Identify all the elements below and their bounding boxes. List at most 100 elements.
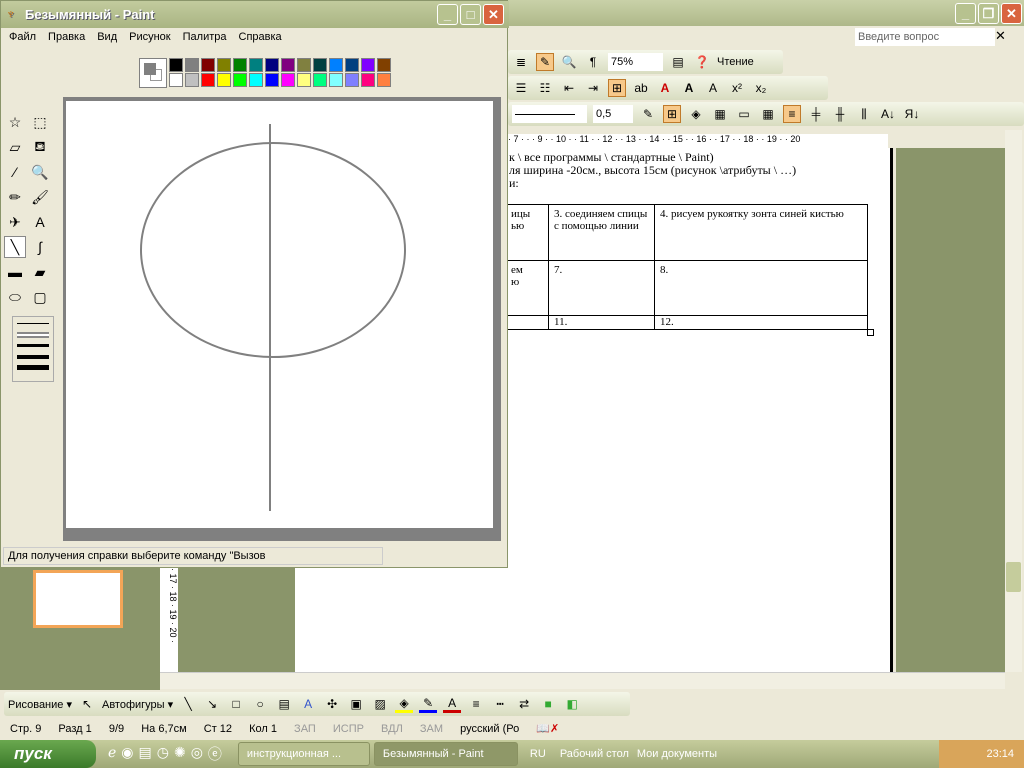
palette-swatch[interactable]: [297, 73, 311, 87]
table-cell[interactable]: 8.: [654, 260, 868, 316]
font-color-icon[interactable]: A: [443, 695, 462, 713]
palette-swatch[interactable]: [345, 73, 359, 87]
outside-border-icon[interactable]: ⊞: [663, 105, 681, 123]
magnifier-tool-icon[interactable]: 🔍: [29, 161, 51, 183]
dash-style-icon[interactable]: ┅: [491, 695, 509, 713]
app-icon[interactable]: ✺: [174, 744, 186, 764]
palette-swatch[interactable]: [201, 58, 215, 72]
menu-5[interactable]: Справка: [239, 31, 282, 43]
rounded-rect-tool-icon[interactable]: ▢: [29, 286, 51, 308]
insert-table-icon[interactable]: ▦: [711, 105, 729, 123]
browser-icon[interactable]: ⓔ: [208, 744, 222, 764]
border-color-icon[interactable]: ✎: [639, 105, 657, 123]
line-style-select[interactable]: [512, 105, 587, 123]
line-tool-icon[interactable]: ╲: [4, 236, 26, 258]
sort-desc-icon[interactable]: Я↓: [903, 105, 921, 123]
align-icon[interactable]: ≡: [783, 105, 801, 123]
search-app-icon[interactable]: ◎: [191, 744, 203, 764]
table-cell[interactable]: [505, 315, 549, 330]
font-color-icon[interactable]: A: [656, 79, 674, 97]
rectangle-icon[interactable]: □: [227, 695, 245, 713]
indent-icon[interactable]: ⇥: [584, 79, 602, 97]
split-cells-icon[interactable]: ▦: [759, 105, 777, 123]
sort-asc-icon[interactable]: A↓: [879, 105, 897, 123]
menu-0[interactable]: Файл: [9, 31, 36, 43]
rectangle-tool-icon[interactable]: ▬: [4, 261, 26, 283]
eraser-tool-icon[interactable]: ▱: [4, 136, 26, 158]
view-icon[interactable]: ▤: [669, 53, 687, 71]
borders-icon[interactable]: ⊞: [608, 79, 626, 97]
restore-button[interactable]: ❐: [978, 3, 999, 24]
close-button[interactable]: ✕: [1001, 3, 1022, 24]
drawing-menu[interactable]: Рисование ▾: [8, 698, 72, 711]
menu-1[interactable]: Правка: [48, 31, 85, 43]
palette-swatch[interactable]: [233, 73, 247, 87]
palette-swatch[interactable]: [345, 58, 359, 72]
doc-map-icon[interactable]: 🔍: [560, 53, 578, 71]
palette-swatch[interactable]: [249, 73, 263, 87]
table-resize-handle[interactable]: [867, 329, 874, 336]
palette-swatch[interactable]: [217, 73, 231, 87]
merge-cells-icon[interactable]: ▭: [735, 105, 753, 123]
language-indicator[interactable]: RU: [530, 748, 546, 760]
fill-color-icon[interactable]: ◈: [395, 695, 414, 713]
drawing-canvas[interactable]: [66, 101, 493, 528]
notepad-icon[interactable]: ▤: [139, 744, 152, 764]
fill-tool-icon[interactable]: ⛾: [29, 136, 51, 158]
minimize-button[interactable]: _: [437, 4, 458, 25]
shrink-font-icon[interactable]: A: [704, 79, 722, 97]
airbrush-tool-icon[interactable]: ✈: [4, 211, 26, 233]
grow-font-icon[interactable]: A: [680, 79, 698, 97]
ie-icon[interactable]: ℯ: [108, 744, 116, 764]
status-trk[interactable]: ИСПР: [333, 723, 364, 735]
bullets-icon[interactable]: ☷: [536, 79, 554, 97]
line-width-selector[interactable]: [12, 316, 54, 382]
distribute-rows-icon[interactable]: ╪: [807, 105, 825, 123]
media-player-icon[interactable]: ◉: [121, 744, 133, 764]
spelling-icon[interactable]: 📖✗: [536, 722, 559, 735]
drawing-icon[interactable]: ✎: [536, 53, 554, 71]
arrow-style-icon[interactable]: ⇄: [515, 695, 533, 713]
start-button[interactable]: пуск: [0, 740, 96, 768]
table-cell[interactable]: ицы ью: [505, 204, 549, 261]
pencil-tool-icon[interactable]: ✏: [4, 186, 26, 208]
palette-swatch[interactable]: [281, 58, 295, 72]
shadow-icon[interactable]: ■: [539, 695, 557, 713]
taskbar-item-word[interactable]: инструкционная ...: [237, 742, 370, 766]
status-ovr[interactable]: ЗАМ: [420, 723, 443, 735]
clipart-icon[interactable]: ▣: [347, 695, 365, 713]
text-direction-icon[interactable]: ⫼: [855, 105, 873, 123]
help-search-input[interactable]: Введите вопрос: [855, 28, 995, 46]
select-arrow-icon[interactable]: ↖: [78, 695, 96, 713]
3d-icon[interactable]: ◧: [563, 695, 581, 713]
curve-tool-icon[interactable]: ∫: [29, 236, 51, 258]
table-cell[interactable]: ем ю: [505, 260, 549, 316]
palette-swatch[interactable]: [329, 58, 343, 72]
arrow-icon[interactable]: ↘: [203, 695, 221, 713]
palette-swatch[interactable]: [377, 58, 391, 72]
outdent-icon[interactable]: ⇤: [560, 79, 578, 97]
vertical-scrollbar[interactable]: [1005, 130, 1022, 672]
menu-4[interactable]: Палитра: [183, 31, 227, 43]
highlight-icon[interactable]: ab: [632, 79, 650, 97]
shading-icon[interactable]: ◈: [687, 105, 705, 123]
palette-swatch[interactable]: [361, 73, 375, 87]
palette-swatch[interactable]: [265, 73, 279, 87]
palette-swatch[interactable]: [361, 58, 375, 72]
zoom-select[interactable]: 75%: [608, 53, 663, 71]
palette-swatch[interactable]: [377, 73, 391, 87]
free-select-tool-icon[interactable]: ☆: [4, 111, 26, 133]
numbering-icon[interactable]: ☰: [512, 79, 530, 97]
subscript-icon[interactable]: x₂: [752, 79, 770, 97]
horizontal-scrollbar[interactable]: [160, 672, 1005, 689]
reading-button[interactable]: Чтение: [717, 56, 754, 68]
columns-icon[interactable]: ≣: [512, 53, 530, 71]
brush-tool-icon[interactable]: 🖌: [29, 186, 51, 208]
line-weight-select[interactable]: 0,5: [593, 105, 633, 123]
palette-swatch[interactable]: [265, 58, 279, 72]
menu-3[interactable]: Рисунок: [129, 31, 171, 43]
status-ext[interactable]: ВДЛ: [381, 723, 403, 735]
rect-select-tool-icon[interactable]: ⬚: [29, 111, 51, 133]
current-colors[interactable]: [139, 58, 167, 88]
taskbar-item-paint[interactable]: Безымянный - Paint: [373, 742, 518, 766]
